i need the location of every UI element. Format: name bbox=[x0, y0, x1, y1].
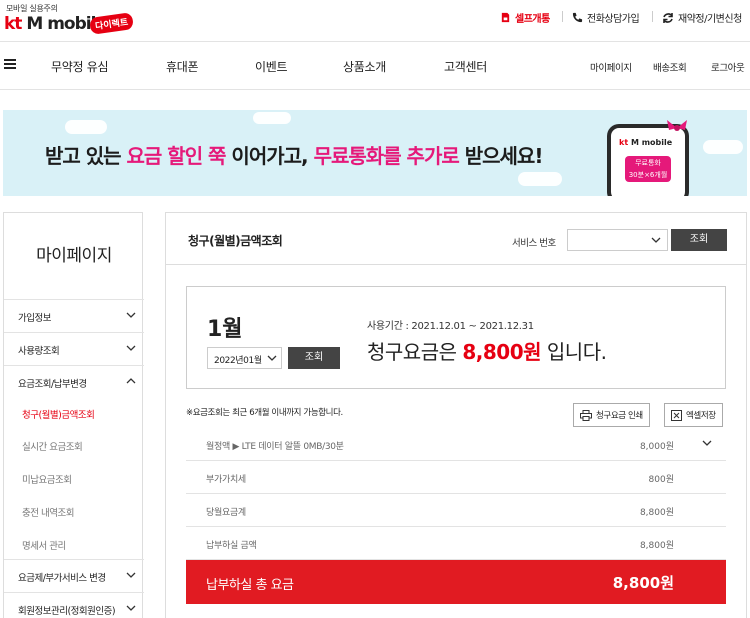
bill-row[interactable]: 월정액 ▶ LTE 데이터 알뜰 0MB/30분 8,000원 bbox=[186, 428, 726, 461]
chevron-down-icon bbox=[126, 345, 136, 351]
nav-mypage[interactable]: 마이페이지 bbox=[590, 60, 632, 74]
sidebar-item-usage[interactable]: 사용량조회 bbox=[4, 332, 144, 365]
main-panel: 청구(월별)금액조회 서비스 번호 조회 1월 2022년01월 조회 사용기간… bbox=[165, 212, 747, 618]
divider bbox=[652, 11, 653, 22]
print-bill-button[interactable]: 청구요금 인쇄 bbox=[573, 403, 650, 427]
main-header: 청구(월별)금액조회 서비스 번호 조회 bbox=[166, 213, 746, 265]
top-utility-bar: 모바일 실용주의 kt M mobile 다이렉트 셀프개통 전화상담가입 재약… bbox=[0, 0, 750, 42]
logo-kt: kt bbox=[4, 14, 22, 34]
excel-save-button[interactable]: 엑셀저장 bbox=[664, 403, 723, 427]
bill-row: 납부하실 금액 8,800원 bbox=[186, 527, 726, 560]
cloud-decoration bbox=[518, 172, 562, 186]
bill-row: 부가가치세 800원 bbox=[186, 461, 726, 494]
sidebar-sub-monthly-bill[interactable]: 청구(월별)금액조회 bbox=[22, 407, 95, 421]
bill-row: 당월요금계 8,800원 bbox=[186, 494, 726, 527]
nav-item-products[interactable]: 상품소개 bbox=[343, 58, 386, 75]
divider bbox=[562, 11, 563, 22]
nav-item-usim[interactable]: 무약정 유심 bbox=[51, 58, 109, 75]
bill-row-label: 월정액 ▶ LTE 데이터 알뜰 0MB/30분 bbox=[206, 442, 344, 452]
sidebar-title: 마이페이지 bbox=[36, 246, 112, 266]
sidebar-sub-realtime[interactable]: 실시간 요금조회 bbox=[22, 439, 83, 453]
month-query-button[interactable]: 조회 bbox=[288, 347, 340, 369]
chevron-down-icon bbox=[126, 312, 136, 318]
gift-ribbon-icon bbox=[667, 120, 687, 131]
total-due-label: 납부하실 총 요금 bbox=[206, 578, 294, 593]
chevron-down-icon bbox=[267, 355, 277, 361]
phone-icon bbox=[572, 12, 583, 23]
usage-period: 사용기간 : 2021.12.01 ~ 2021.12.31 bbox=[367, 321, 534, 332]
total-due-bar: 납부하실 총 요금 8,800원 bbox=[186, 560, 726, 604]
main-nav: 무약정 유심 휴대폰 이벤트 상품소개 고객센터 마이페이지 배송조회 로그아웃 bbox=[0, 42, 750, 90]
bill-row-value: 800원 bbox=[648, 475, 674, 485]
service-query-button[interactable]: 조회 bbox=[671, 229, 727, 251]
chevron-up-icon bbox=[126, 378, 136, 384]
total-due-value: 8,800원 bbox=[612, 574, 674, 592]
sidebar: 마이페이지 가입정보 사용량조회 요금조회/납부변경 청구(월별)금액조회 실시… bbox=[3, 212, 144, 618]
month-select[interactable]: 2022년01월 bbox=[207, 347, 282, 369]
sidebar-sub-statement[interactable]: 명세서 관리 bbox=[22, 538, 66, 552]
bill-row-value: 8,000원 bbox=[639, 442, 674, 452]
chevron-down-icon bbox=[126, 572, 136, 578]
bill-summary-box: 1월 2022년01월 조회 사용기간 : 2021.12.01 ~ 2021.… bbox=[186, 286, 726, 389]
print-bill-label: 청구요금 인쇄 bbox=[596, 411, 643, 421]
inquiry-note: ※요금조회는 최근 6개월 이내까지 가능합니다. bbox=[186, 408, 343, 418]
month-select-value: 2022년01월 bbox=[214, 356, 262, 366]
sidebar-sub-charge-history[interactable]: 충전 내역조회 bbox=[22, 505, 74, 519]
phone-consult-label: 전화상담가입 bbox=[587, 14, 640, 25]
sim-card-icon bbox=[501, 12, 510, 23]
nav-logout[interactable]: 로그아웃 bbox=[711, 60, 745, 74]
hamburger-menu-icon[interactable] bbox=[4, 59, 16, 69]
sidebar-item-label: 요금제/부가서비스 변경 bbox=[18, 573, 106, 584]
refresh-icon bbox=[663, 12, 673, 23]
cloud-decoration bbox=[65, 120, 107, 134]
logo-tagline: 모바일 실용주의 bbox=[6, 4, 58, 13]
page-title: 청구(월별)금액조회 bbox=[188, 234, 283, 248]
promo-banner[interactable]: 받고 있는 요금 할인 쭉 이어가고, 무료통화를 추가로 받으세요! kt M… bbox=[3, 110, 747, 196]
bill-month: 1월 bbox=[207, 317, 243, 342]
banner-headline: 받고 있는 요금 할인 쭉 이어가고, 무료통화를 추가로 받으세요! bbox=[45, 144, 543, 168]
cloud-decoration bbox=[253, 112, 291, 124]
sidebar-sub-unpaid[interactable]: 미납요금조회 bbox=[22, 472, 72, 486]
service-number-label: 서비스 번호 bbox=[512, 238, 556, 249]
self-open-label: 셀프개통 bbox=[515, 14, 550, 25]
bill-row-value: 8,800원 bbox=[639, 541, 674, 551]
sidebar-item-billing[interactable]: 요금조회/납부변경 bbox=[4, 365, 144, 398]
self-open-link[interactable]: 셀프개통 bbox=[500, 10, 550, 25]
bill-row-label: 납부하실 금액 bbox=[206, 541, 257, 551]
phone-consult-link[interactable]: 전화상담가입 bbox=[562, 10, 640, 25]
excel-save-label: 엑셀저장 bbox=[686, 411, 716, 421]
bill-row-label: 당월요금계 bbox=[206, 508, 246, 518]
bill-row-value: 8,800원 bbox=[639, 508, 674, 518]
nav-delivery[interactable]: 배송조회 bbox=[653, 60, 687, 74]
chevron-down-icon[interactable] bbox=[702, 438, 712, 448]
service-number-select[interactable] bbox=[567, 229, 668, 251]
sidebar-item-label: 회원정보관리(정회원인증) bbox=[18, 606, 116, 617]
sidebar-item-plan-change[interactable]: 요금제/부가서비스 변경 bbox=[4, 559, 144, 592]
renew-link[interactable]: 재약정/기변신청 bbox=[652, 10, 742, 25]
phone-logo: kt M mobile bbox=[619, 138, 673, 147]
sidebar-item-label: 요금조회/납부변경 bbox=[18, 379, 87, 390]
printer-icon bbox=[580, 409, 592, 421]
renew-label: 재약정/기변신청 bbox=[678, 14, 742, 25]
sidebar-item-member-info[interactable]: 회원정보관리(정회원인증) bbox=[4, 592, 144, 618]
chevron-down-icon bbox=[651, 237, 661, 243]
sidebar-item-label: 사용량조회 bbox=[18, 346, 60, 357]
chevron-down-icon bbox=[126, 605, 136, 611]
bill-amount: 8,800원 bbox=[462, 340, 542, 364]
cloud-decoration bbox=[703, 140, 743, 154]
free-call-badge: 무료통화 30분×6개월 bbox=[625, 156, 671, 182]
bill-row-label: 부가가치세 bbox=[206, 475, 246, 485]
excel-icon bbox=[671, 409, 682, 421]
sidebar-item-join-info[interactable]: 가입정보 bbox=[4, 299, 144, 332]
nav-item-support[interactable]: 고객센터 bbox=[444, 58, 487, 75]
nav-item-phone[interactable]: 휴대폰 bbox=[166, 58, 199, 75]
nav-item-event[interactable]: 이벤트 bbox=[255, 58, 288, 75]
bill-amount-sentence: 청구요금은 8,800원 입니다. bbox=[367, 340, 607, 364]
sidebar-item-label: 가입정보 bbox=[18, 313, 51, 324]
